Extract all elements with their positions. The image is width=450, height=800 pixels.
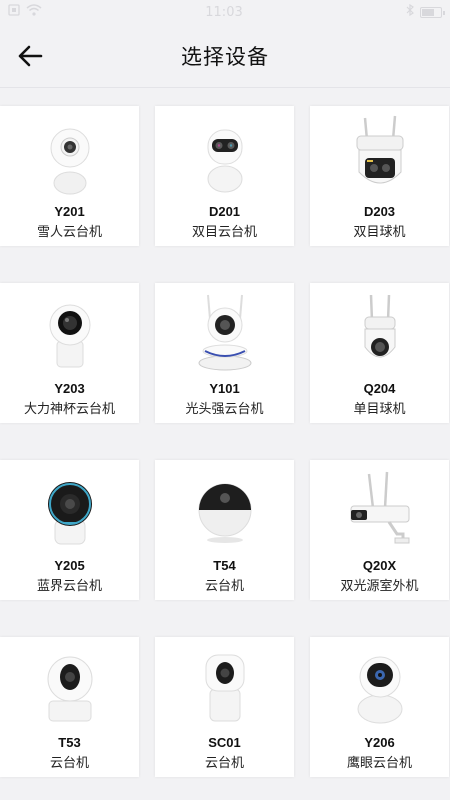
device-card-y201[interactable]: Y201 雪人云台机 [0,106,139,246]
back-button[interactable] [12,38,48,74]
device-model: D201 [208,204,241,219]
trophy-ptz-camera-icon [30,291,110,375]
arrow-left-icon [18,45,43,67]
eagle-eye-ptz-camera-icon [340,645,420,729]
device-card-t54[interactable]: T54 云台机 [155,460,294,600]
device-name: 雪人云台机 [36,225,102,240]
device-card-d203[interactable]: D203 双目球机 [310,106,449,246]
sphere-ptz-camera-icon [185,468,265,552]
device-name: 双目球机 [353,225,406,240]
device-card-q204[interactable]: Q204 单目球机 [310,283,449,423]
single-lens-dome-camera-icon [340,291,420,375]
dual-lens-ptz-camera-icon [185,114,265,198]
device-model: T54 [213,558,236,573]
device-name: 云台机 [204,579,244,594]
device-name: 双目云台机 [191,225,257,240]
device-name: 大力神杯云台机 [23,402,115,417]
device-model: Y101 [209,381,240,396]
blue-ring-ptz-camera-icon [30,468,110,552]
cube-ptz-camera-icon [185,645,265,729]
device-card-q20x[interactable]: Q20X 双光源室外机 [310,460,449,600]
device-name: 云台机 [204,756,244,771]
device-name: 单目球机 [353,402,406,417]
header: 选择设备 [0,24,450,88]
device-card-y206[interactable]: Y206 鹰眼云台机 [310,637,449,777]
device-card-d201[interactable]: D201 双目云台机 [155,106,294,246]
device-card-y101[interactable]: Y101 光头强云台机 [155,283,294,423]
device-card-sc01[interactable]: SC01 云台机 [155,637,294,777]
device-model: Q20X [362,558,397,573]
device-grid: Y201 雪人云台机 D201 双目云台机 D203 双目球机 Y203 大力神… [0,106,450,777]
device-model: Y203 [54,381,85,396]
device-card-y205[interactable]: Y205 蓝界云台机 [0,460,139,600]
device-name: 双光源室外机 [340,579,419,594]
device-card-t53[interactable]: T53 云台机 [0,637,139,777]
battery-icon [420,6,445,18]
device-model: T53 [58,735,81,750]
device-model: Q204 [363,381,396,396]
wifi-icon [26,4,42,20]
status-bar: 11:03 [0,0,450,24]
device-card-y203[interactable]: Y203 大力神杯云台机 [0,283,139,423]
device-name: 光头强云台机 [185,402,264,417]
ptz-camera-icon [30,645,110,729]
outdoor-bullet-camera-icon [340,468,420,552]
status-time: 11:03 [205,4,243,20]
device-model: Y205 [54,558,85,573]
snowman-ptz-camera-icon [30,114,110,198]
device-model: SC01 [208,735,241,750]
device-model: Y201 [54,204,85,219]
device-name: 鹰眼云台机 [346,756,412,771]
sim-icon [8,4,20,20]
bluetooth-icon [406,3,414,20]
device-model: Y206 [364,735,395,750]
bald-ptz-camera-icon [185,291,265,375]
device-model: D203 [363,204,396,219]
device-name: 蓝界云台机 [36,579,102,594]
page-title: 选择设备 [181,44,269,69]
dual-lens-dome-camera-icon [340,114,420,198]
device-name: 云台机 [49,756,89,771]
